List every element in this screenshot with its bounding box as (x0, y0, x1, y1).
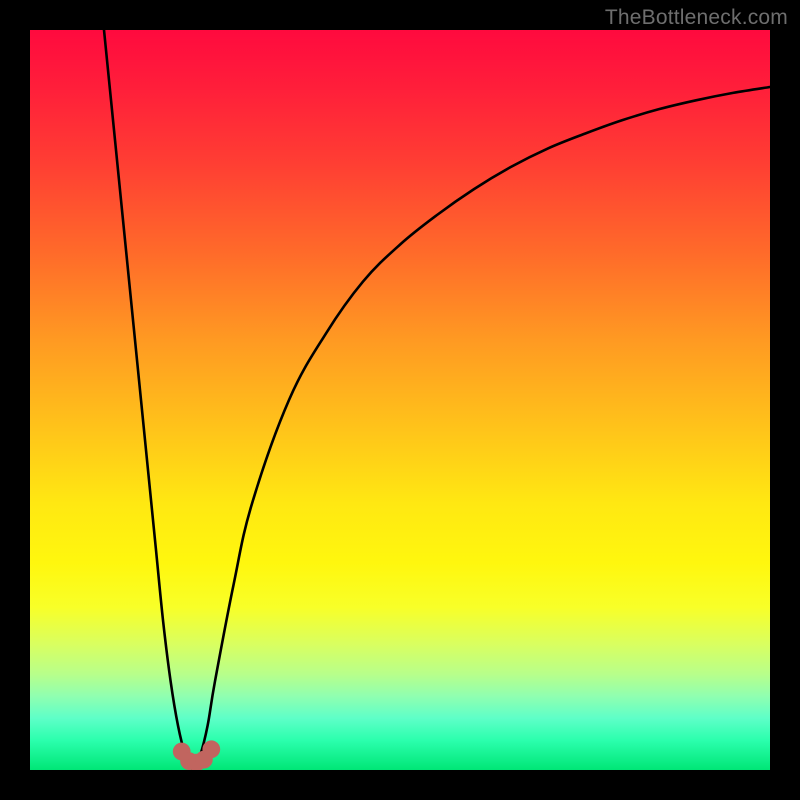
bottleneck-curve (30, 30, 770, 770)
curve-bottom-markers (173, 740, 220, 770)
curve-right-branch (193, 87, 770, 770)
curve-marker (202, 740, 220, 758)
curve-left-branch (104, 30, 193, 770)
watermark-text: TheBottleneck.com (605, 6, 788, 30)
chart-frame (30, 30, 770, 770)
